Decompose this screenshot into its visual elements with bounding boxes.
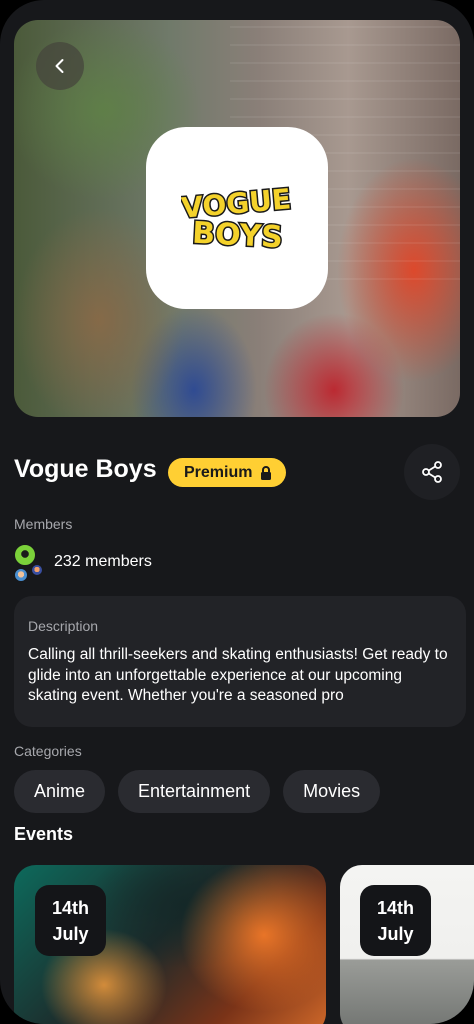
- event-card[interactable]: 14th July: [340, 865, 474, 1024]
- event-card[interactable]: 14th July: [14, 865, 326, 1024]
- vogue-boys-logo: VOGUE BOYS: [181, 183, 293, 253]
- members-count: 232 members: [54, 553, 152, 570]
- event-date-day: 14th: [51, 897, 89, 918]
- category-chip-entertainment[interactable]: Entertainment: [118, 770, 271, 813]
- description-card: Description Calling all thrill-seekers a…: [14, 596, 466, 727]
- event-date-month: July: [377, 923, 414, 944]
- category-chip-anime[interactable]: Anime: [14, 770, 106, 813]
- event-date-month: July: [52, 923, 89, 944]
- description-label: Description: [28, 618, 99, 634]
- lock-icon: [261, 465, 272, 480]
- screen: VOGUE BOYS Vogue Boys Premium Members 23…: [0, 0, 474, 1024]
- title-row: Vogue Boys Premium: [14, 444, 460, 500]
- event-date-badge: 14th July: [360, 885, 431, 956]
- avatar: [14, 544, 36, 566]
- svg-text:BOYS: BOYS: [191, 216, 283, 253]
- event-date-badge: 14th July: [35, 885, 106, 956]
- category-chips: Anime Entertainment Movies: [14, 770, 381, 813]
- category-chip-movies[interactable]: Movies: [283, 770, 381, 813]
- premium-badge: Premium: [168, 458, 287, 487]
- group-title: Vogue Boys: [14, 455, 157, 483]
- premium-label: Premium: [184, 463, 253, 481]
- back-button[interactable]: [36, 42, 84, 90]
- events-title: Events: [14, 824, 74, 844]
- share-button[interactable]: [404, 444, 460, 500]
- chevron-left-icon: [55, 59, 64, 73]
- members-row[interactable]: 232 members: [14, 543, 314, 583]
- group-logo: VOGUE BOYS: [146, 127, 328, 309]
- member-avatars: [14, 543, 44, 583]
- event-date-day: 14th: [376, 897, 414, 918]
- avatar: [14, 568, 28, 582]
- share-icon: [422, 461, 442, 483]
- categories-label: Categories: [14, 743, 82, 759]
- avatar: [31, 564, 43, 576]
- description-text: Calling all thrill-seekers and skating e…: [28, 646, 448, 704]
- members-label: Members: [14, 516, 73, 532]
